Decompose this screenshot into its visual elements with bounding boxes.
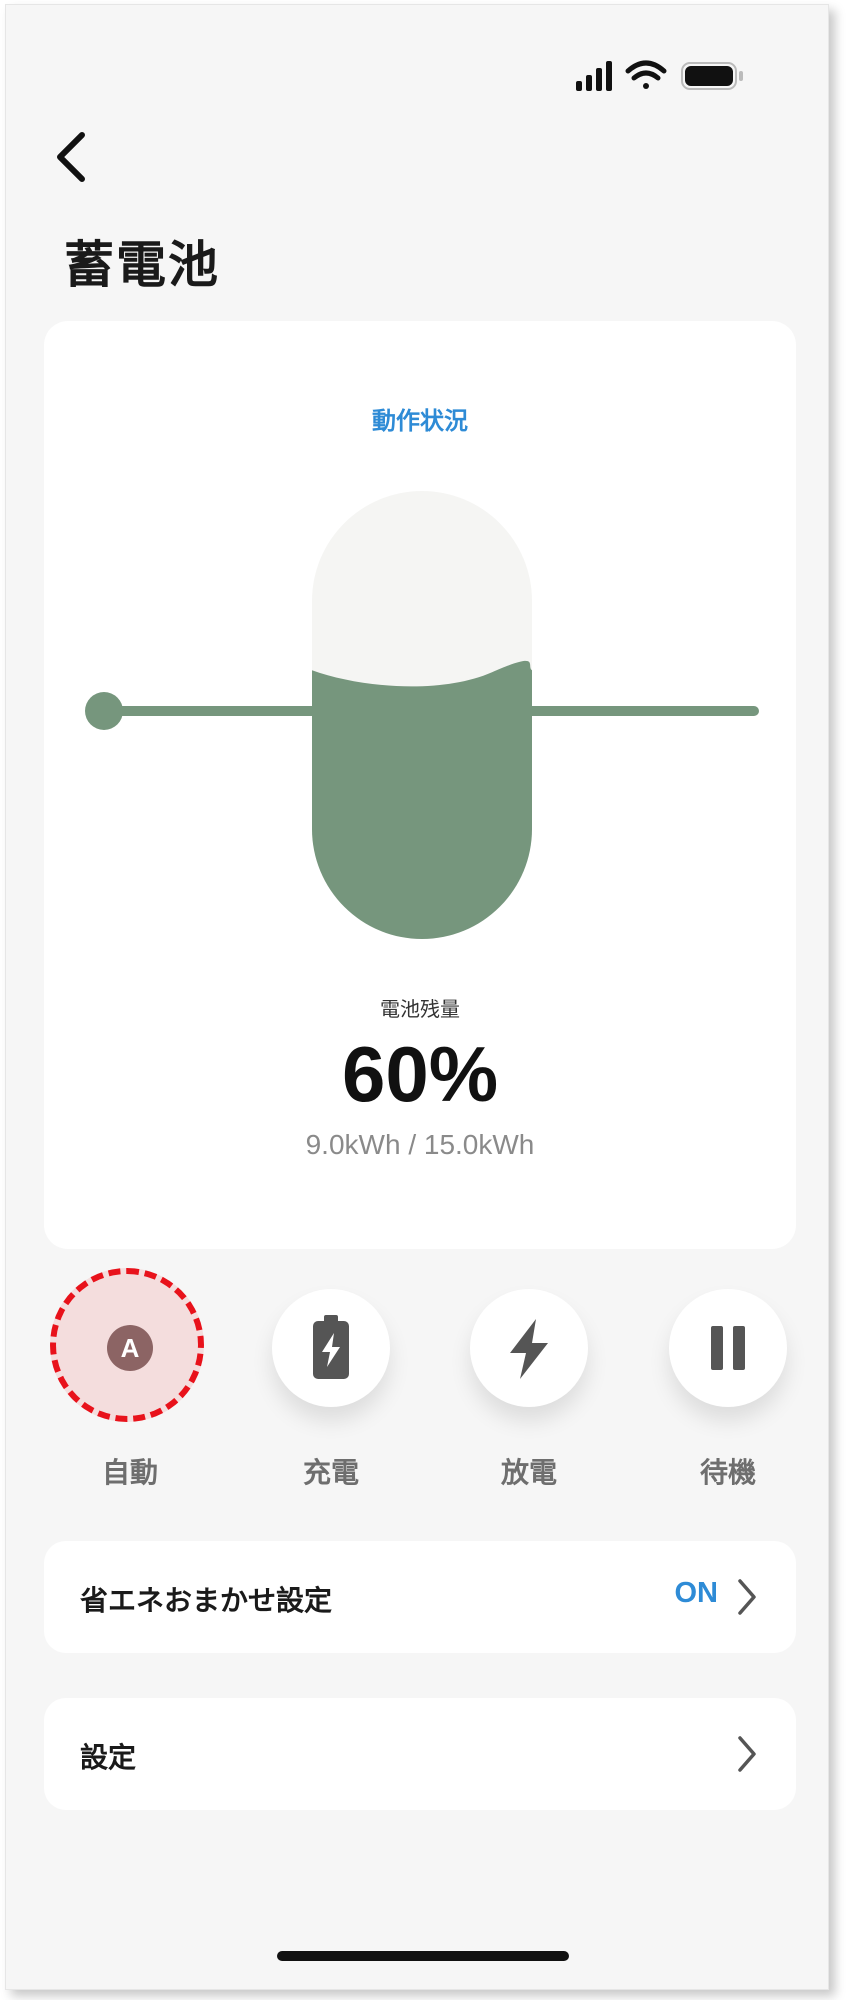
battery-percent: 60%: [341, 1030, 499, 1118]
mode-auto[interactable]: A 自動: [50, 1268, 210, 1491]
mode-standby[interactable]: 待機: [648, 1289, 808, 1491]
app-screen: 蓄電池 動作状況 電池残量 60% 9.0kWh / 15.0kWh A 自動: [5, 4, 829, 1990]
back-chevron-icon[interactable]: [54, 129, 88, 185]
page-title: 蓄電池: [64, 236, 220, 294]
battery-charge-icon: [313, 1315, 349, 1379]
mode-discharge-label: 放電: [500, 1456, 557, 1489]
mode-auto-button[interactable]: A: [50, 1268, 204, 1422]
battery-status-icon: [681, 62, 743, 90]
home-indicator: [277, 1951, 569, 1961]
mode-charge-button[interactable]: [272, 1289, 390, 1407]
eco-auto-setting-row[interactable]: 省エネおまかせ設定 ON: [44, 1541, 796, 1653]
eco-auto-setting-value: ON: [674, 1577, 719, 1609]
battery-capacity: 9.0kWh / 15.0kWh: [305, 1129, 535, 1160]
mode-discharge-button[interactable]: [470, 1289, 588, 1407]
battery-status-card: 動作状況 電池残量 60% 9.0kWh / 15.0kWh: [44, 321, 796, 1249]
settings-label: 設定: [80, 1741, 137, 1774]
battery-level-knob: [85, 692, 123, 730]
remaining-label: 電池残量: [380, 997, 460, 1021]
chevron-right-icon: [738, 1736, 756, 1772]
battery-pill-fill: [312, 660, 532, 939]
lightning-icon: [510, 1319, 548, 1379]
status-bar-icons: [576, 60, 743, 91]
eco-auto-setting-label: 省エネおまかせ設定: [80, 1584, 333, 1617]
mode-discharge[interactable]: 放電: [449, 1289, 609, 1491]
cellular-signal-icon: [576, 61, 612, 91]
mode-charge[interactable]: 充電: [251, 1289, 411, 1491]
mode-auto-label: 自動: [101, 1456, 158, 1489]
mode-standby-button[interactable]: [669, 1289, 787, 1407]
letter-a-icon: A: [107, 1325, 153, 1371]
wifi-icon: [625, 60, 667, 89]
mode-standby-label: 待機: [699, 1456, 756, 1489]
chevron-right-icon: [738, 1579, 756, 1615]
pause-icon: [711, 1326, 745, 1370]
mode-charge-label: 充電: [302, 1456, 359, 1489]
settings-row[interactable]: 設定: [44, 1698, 796, 1810]
